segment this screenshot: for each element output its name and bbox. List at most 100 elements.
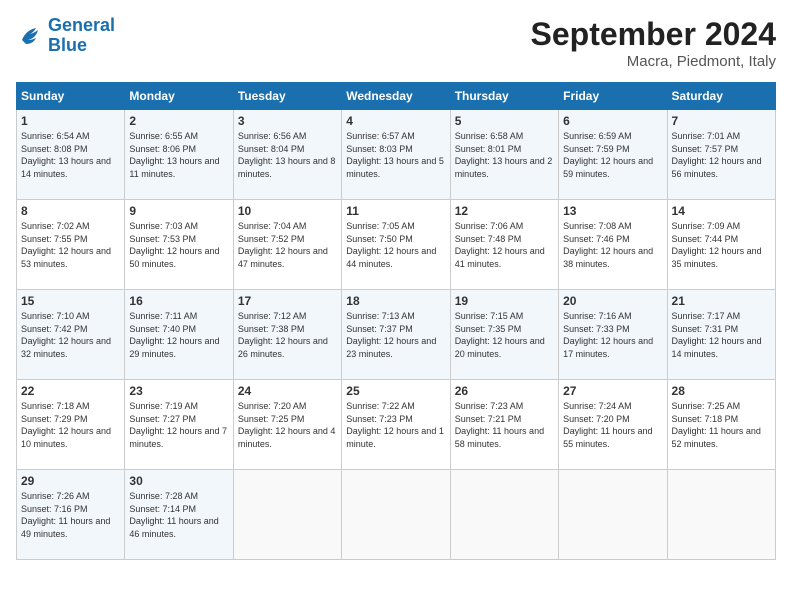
day-number: 2 (129, 114, 228, 128)
calendar-cell: 9 Sunrise: 7:03 AM Sunset: 7:53 PM Dayli… (125, 200, 233, 290)
day-info: Sunrise: 6:59 AM Sunset: 7:59 PM Dayligh… (563, 130, 662, 180)
day-number: 22 (21, 384, 120, 398)
day-info: Sunrise: 7:16 AM Sunset: 7:33 PM Dayligh… (563, 310, 662, 360)
calendar-cell: 13 Sunrise: 7:08 AM Sunset: 7:46 PM Dayl… (559, 200, 667, 290)
day-info: Sunrise: 7:24 AM Sunset: 7:20 PM Dayligh… (563, 400, 662, 450)
day-number: 5 (455, 114, 554, 128)
day-info: Sunrise: 7:05 AM Sunset: 7:50 PM Dayligh… (346, 220, 445, 270)
day-number: 23 (129, 384, 228, 398)
day-number: 21 (672, 294, 771, 308)
calendar-cell: 8 Sunrise: 7:02 AM Sunset: 7:55 PM Dayli… (17, 200, 125, 290)
calendar-cell: 22 Sunrise: 7:18 AM Sunset: 7:29 PM Dayl… (17, 380, 125, 470)
month-title: September 2024 (531, 16, 776, 53)
day-number: 14 (672, 204, 771, 218)
calendar-cell: 30 Sunrise: 7:28 AM Sunset: 7:14 PM Dayl… (125, 470, 233, 560)
day-number: 25 (346, 384, 445, 398)
day-number: 26 (455, 384, 554, 398)
header-saturday: Saturday (667, 83, 775, 110)
day-number: 18 (346, 294, 445, 308)
day-info: Sunrise: 6:54 AM Sunset: 8:08 PM Dayligh… (21, 130, 120, 180)
day-number: 28 (672, 384, 771, 398)
day-info: Sunrise: 7:22 AM Sunset: 7:23 PM Dayligh… (346, 400, 445, 450)
logo-icon (16, 22, 44, 50)
day-number: 9 (129, 204, 228, 218)
day-info: Sunrise: 7:18 AM Sunset: 7:29 PM Dayligh… (21, 400, 120, 450)
calendar-cell: 17 Sunrise: 7:12 AM Sunset: 7:38 PM Dayl… (233, 290, 341, 380)
calendar-cell: 20 Sunrise: 7:16 AM Sunset: 7:33 PM Dayl… (559, 290, 667, 380)
day-info: Sunrise: 7:28 AM Sunset: 7:14 PM Dayligh… (129, 490, 228, 540)
day-info: Sunrise: 7:06 AM Sunset: 7:48 PM Dayligh… (455, 220, 554, 270)
day-number: 17 (238, 294, 337, 308)
calendar-cell: 15 Sunrise: 7:10 AM Sunset: 7:42 PM Dayl… (17, 290, 125, 380)
week-row-3: 15 Sunrise: 7:10 AM Sunset: 7:42 PM Dayl… (17, 290, 776, 380)
calendar-cell: 29 Sunrise: 7:26 AM Sunset: 7:16 PM Dayl… (17, 470, 125, 560)
week-row-2: 8 Sunrise: 7:02 AM Sunset: 7:55 PM Dayli… (17, 200, 776, 290)
day-number: 4 (346, 114, 445, 128)
day-number: 16 (129, 294, 228, 308)
day-info: Sunrise: 7:25 AM Sunset: 7:18 PM Dayligh… (672, 400, 771, 450)
header-friday: Friday (559, 83, 667, 110)
day-info: Sunrise: 7:23 AM Sunset: 7:21 PM Dayligh… (455, 400, 554, 450)
calendar-cell (559, 470, 667, 560)
header-row: SundayMondayTuesdayWednesdayThursdayFrid… (17, 83, 776, 110)
day-info: Sunrise: 7:08 AM Sunset: 7:46 PM Dayligh… (563, 220, 662, 270)
calendar-cell: 10 Sunrise: 7:04 AM Sunset: 7:52 PM Dayl… (233, 200, 341, 290)
day-info: Sunrise: 7:02 AM Sunset: 7:55 PM Dayligh… (21, 220, 120, 270)
day-number: 6 (563, 114, 662, 128)
day-number: 7 (672, 114, 771, 128)
calendar-cell: 7 Sunrise: 7:01 AM Sunset: 7:57 PM Dayli… (667, 110, 775, 200)
header-monday: Monday (125, 83, 233, 110)
day-number: 3 (238, 114, 337, 128)
day-number: 15 (21, 294, 120, 308)
logo: General Blue (16, 16, 115, 56)
day-info: Sunrise: 7:12 AM Sunset: 7:38 PM Dayligh… (238, 310, 337, 360)
calendar-cell (233, 470, 341, 560)
week-row-5: 29 Sunrise: 7:26 AM Sunset: 7:16 PM Dayl… (17, 470, 776, 560)
calendar-cell (667, 470, 775, 560)
day-info: Sunrise: 7:09 AM Sunset: 7:44 PM Dayligh… (672, 220, 771, 270)
calendar-cell: 23 Sunrise: 7:19 AM Sunset: 7:27 PM Dayl… (125, 380, 233, 470)
day-number: 10 (238, 204, 337, 218)
calendar-cell: 6 Sunrise: 6:59 AM Sunset: 7:59 PM Dayli… (559, 110, 667, 200)
day-number: 1 (21, 114, 120, 128)
title-block: September 2024 Macra, Piedmont, Italy (531, 16, 776, 70)
day-number: 20 (563, 294, 662, 308)
day-info: Sunrise: 6:55 AM Sunset: 8:06 PM Dayligh… (129, 130, 228, 180)
calendar-cell: 21 Sunrise: 7:17 AM Sunset: 7:31 PM Dayl… (667, 290, 775, 380)
calendar-cell: 26 Sunrise: 7:23 AM Sunset: 7:21 PM Dayl… (450, 380, 558, 470)
header-tuesday: Tuesday (233, 83, 341, 110)
day-number: 24 (238, 384, 337, 398)
calendar-cell: 4 Sunrise: 6:57 AM Sunset: 8:03 PM Dayli… (342, 110, 450, 200)
day-info: Sunrise: 7:26 AM Sunset: 7:16 PM Dayligh… (21, 490, 120, 540)
header-wednesday: Wednesday (342, 83, 450, 110)
calendar-cell: 24 Sunrise: 7:20 AM Sunset: 7:25 PM Dayl… (233, 380, 341, 470)
calendar-cell: 5 Sunrise: 6:58 AM Sunset: 8:01 PM Dayli… (450, 110, 558, 200)
day-info: Sunrise: 7:04 AM Sunset: 7:52 PM Dayligh… (238, 220, 337, 270)
calendar-cell: 11 Sunrise: 7:05 AM Sunset: 7:50 PM Dayl… (342, 200, 450, 290)
day-info: Sunrise: 6:58 AM Sunset: 8:01 PM Dayligh… (455, 130, 554, 180)
week-row-4: 22 Sunrise: 7:18 AM Sunset: 7:29 PM Dayl… (17, 380, 776, 470)
day-number: 27 (563, 384, 662, 398)
day-number: 19 (455, 294, 554, 308)
calendar-cell: 1 Sunrise: 6:54 AM Sunset: 8:08 PM Dayli… (17, 110, 125, 200)
header-sunday: Sunday (17, 83, 125, 110)
calendar-cell: 2 Sunrise: 6:55 AM Sunset: 8:06 PM Dayli… (125, 110, 233, 200)
calendar-cell: 18 Sunrise: 7:13 AM Sunset: 7:37 PM Dayl… (342, 290, 450, 380)
day-number: 29 (21, 474, 120, 488)
week-row-1: 1 Sunrise: 6:54 AM Sunset: 8:08 PM Dayli… (17, 110, 776, 200)
day-number: 13 (563, 204, 662, 218)
location: Macra, Piedmont, Italy (531, 53, 776, 70)
calendar-cell (342, 470, 450, 560)
day-info: Sunrise: 7:19 AM Sunset: 7:27 PM Dayligh… (129, 400, 228, 450)
calendar-cell: 16 Sunrise: 7:11 AM Sunset: 7:40 PM Dayl… (125, 290, 233, 380)
day-number: 12 (455, 204, 554, 218)
calendar-cell: 28 Sunrise: 7:25 AM Sunset: 7:18 PM Dayl… (667, 380, 775, 470)
day-info: Sunrise: 7:03 AM Sunset: 7:53 PM Dayligh… (129, 220, 228, 270)
day-number: 11 (346, 204, 445, 218)
header-thursday: Thursday (450, 83, 558, 110)
day-info: Sunrise: 7:20 AM Sunset: 7:25 PM Dayligh… (238, 400, 337, 450)
calendar-cell: 27 Sunrise: 7:24 AM Sunset: 7:20 PM Dayl… (559, 380, 667, 470)
day-info: Sunrise: 6:56 AM Sunset: 8:04 PM Dayligh… (238, 130, 337, 180)
calendar-cell (450, 470, 558, 560)
day-info: Sunrise: 7:15 AM Sunset: 7:35 PM Dayligh… (455, 310, 554, 360)
